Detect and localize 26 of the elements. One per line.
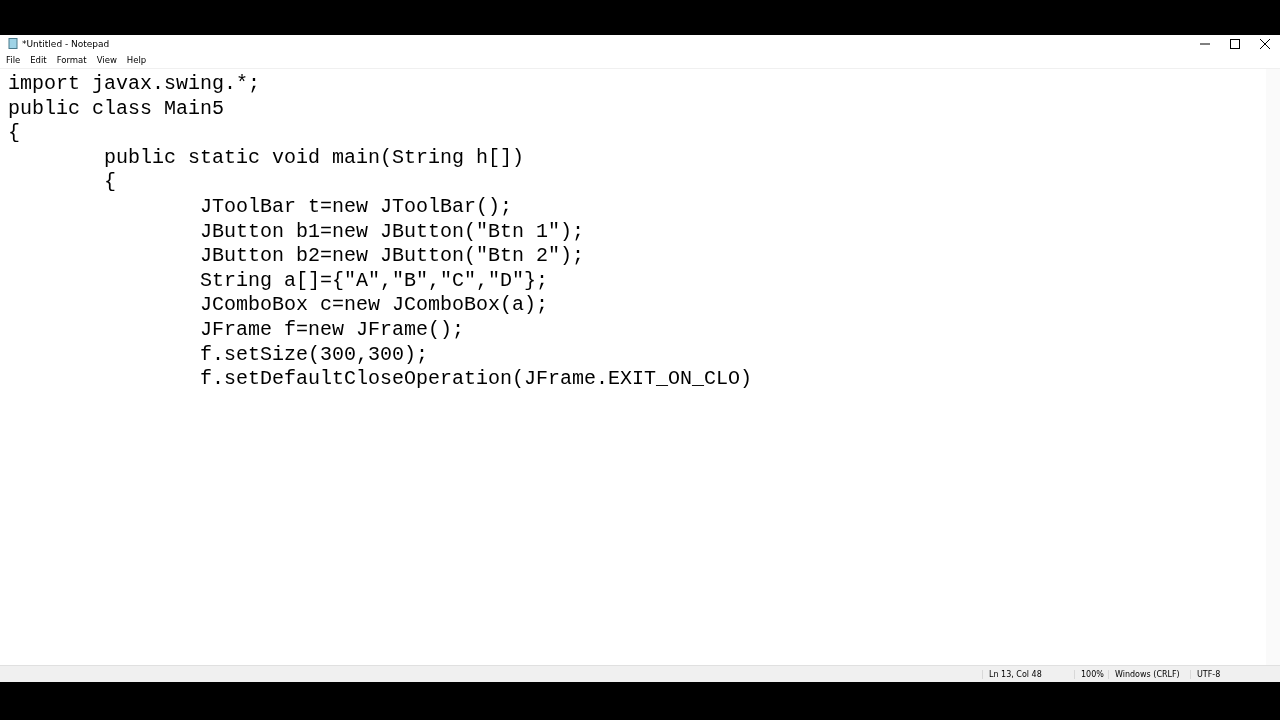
menu-item[interactable]: Edit [30,55,47,65]
menu-item[interactable]: Help [126,55,147,65]
code-line: import javax.swing.*; [8,72,261,97]
encoding: UTF-8 [1190,669,1230,679]
menu-item[interactable]: View [96,55,117,65]
cursor-position: Ln 13, Col 48 [982,669,1074,679]
code-line: JComboBox c=new JComboBox(a); [199,293,549,318]
close-icon [1260,38,1270,49]
code-line: { [8,121,20,146]
code-line: JToolBar t=new JToolBar(); [199,194,513,220]
code-line: public class Main5 [8,96,225,122]
code-line: { [103,170,117,195]
menu-item[interactable]: Format [56,55,87,65]
code-line: public static void main(String h[]) [103,145,525,171]
notepad-icon [8,38,18,49]
zoom-level: 100% [1074,669,1108,679]
code-line: JFrame f=new JFrame(); [199,317,465,343]
code-line: JButton b2=new JButton("Btn 2"); [199,244,585,269]
code-line: JButton b1=new JButton("Btn 1"); [199,219,585,245]
code-line: f.setDefaultCloseOperation(JFrame.EXIT_ON_CLO) [199,367,753,392]
maximize-icon [1230,38,1240,49]
menu-item[interactable]: File [6,55,21,65]
window-title: *Untitled - Notepad [22,38,111,49]
code-line: String a[]={"A","B","C","D"}; [199,268,549,294]
line-ending: Windows (CRLF) [1108,669,1190,679]
code-line: f.setSize(300,300); [199,342,429,368]
